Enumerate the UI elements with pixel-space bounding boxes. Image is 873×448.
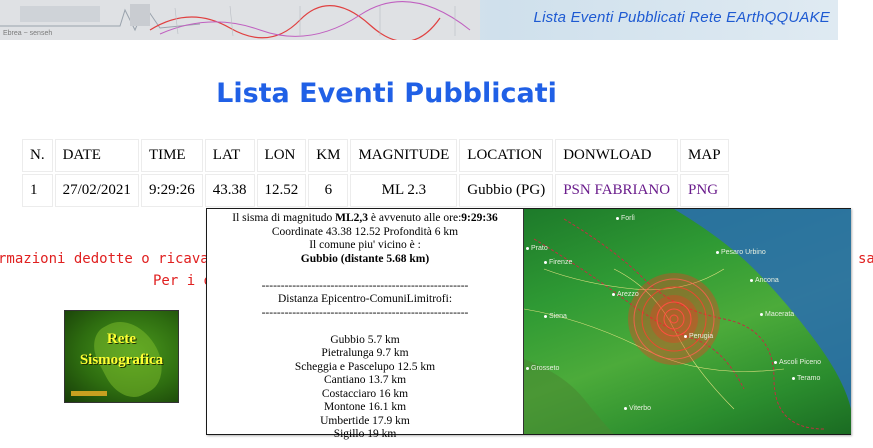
logo-text-line2: Sismografica [79, 352, 164, 368]
map-place: Teramo [792, 375, 820, 382]
event-popup: Il sisma di magnitudo ML2,3 è avvenuto a… [206, 208, 851, 440]
epicenter-map: Forlì Prato Firenze Pesaro Urbino Arezzo… [523, 209, 851, 434]
events-table: N. DATE TIME LAT LON KM MAGNITUDE LOCATI… [20, 137, 731, 209]
popup-text: Il sisma di magnitudo ML2,3 è avvenuto a… [207, 212, 523, 442]
popup-separator: ----------------------------------------… [261, 279, 469, 292]
map-place: Perugia [684, 333, 713, 340]
popup-intro: Il sisma di magnitudo ML2,3 è avvenuto a… [232, 212, 498, 224]
table-header-row: N. DATE TIME LAT LON KM MAGNITUDE LOCATI… [22, 139, 729, 172]
info-text-line1: rmazioni dedotte o ricavate [0, 251, 226, 267]
page-title: Lista Eventi Pubblicati [216, 78, 557, 109]
cell-location: Gubbio (PG) [459, 174, 554, 207]
column-header: DATE [54, 139, 139, 172]
map-place: Ancona [750, 277, 779, 284]
distance-item: Umbertide 17.9 km [320, 414, 410, 427]
cell-date: 27/02/2021 [54, 174, 139, 207]
popup-time: 9:29:36 [461, 212, 498, 224]
distance-item: Sigillo 19 km [333, 428, 397, 440]
banner-title: Lista Eventi Pubblicati Rete EArthQQUAKE [533, 9, 830, 26]
cell-n: 1 [22, 174, 53, 207]
map-link[interactable]: PNG [688, 182, 718, 198]
column-header: MAP [680, 139, 729, 172]
column-header: TIME [140, 139, 203, 172]
column-header: LOCATION [459, 139, 554, 172]
map-place: Pesaro Urbino [716, 249, 766, 256]
column-header: N. [22, 139, 53, 172]
distance-item: Gubbio 5.7 km [330, 333, 400, 346]
column-header: DONWLOAD [555, 139, 679, 172]
column-header: LAT [204, 139, 255, 172]
cell-lat: 43.38 [204, 174, 255, 207]
popup-nearest-label: Il comune piu' vicino è : [309, 239, 421, 251]
banner-slogan: Ebrea ~ senseh [3, 30, 53, 37]
logo-text-line1: Rete [106, 331, 137, 347]
cell-magnitude: ML 2.3 [350, 174, 458, 207]
cell-time: 9:29:26 [140, 174, 203, 207]
map-place: Siena [544, 313, 567, 320]
map-place: Grosseto [526, 365, 559, 372]
map-place: Arezzo [612, 291, 639, 298]
map-place: Prato [526, 245, 548, 252]
map-place: Forlì [616, 215, 635, 222]
distance-item: Scheggia e Pascelupo 12.5 km [294, 360, 436, 373]
rete-sismografica-logo[interactable]: Rete Sismografica [64, 310, 179, 403]
column-header: KM [308, 139, 349, 172]
map-place: Macerata [760, 311, 794, 318]
logo-bar [71, 391, 107, 396]
cell-map: PNG [680, 174, 729, 207]
map-place: Viterbo [624, 405, 651, 412]
distance-item: Pietralunga 9.7 km [321, 347, 409, 359]
info-text-line1-right: sa [858, 251, 873, 267]
popup-nearest: Gubbio (distante 5.68 km) [300, 252, 430, 265]
cell-km: 6 [308, 174, 349, 207]
seismograph-graphic [0, 0, 480, 40]
map-place: Ascoli Piceno [774, 359, 821, 366]
column-header: MAGNITUDE [350, 139, 458, 172]
popup-coordinates: Coordinate 43.38 12.52 Profondità 6 km [271, 225, 459, 238]
popup-magnitude: ML2,3 [335, 212, 369, 224]
popup-distances-title: Distanza Epicentro-ComuniLimitrofi: [277, 293, 453, 305]
map-place: Firenze [544, 259, 572, 266]
distance-item: Cantiano 13.7 km [323, 374, 407, 386]
download-link[interactable]: PSN FABRIANO [563, 182, 670, 198]
header-banner: Ebrea ~ senseh Lista Eventi Pubblicati R… [0, 0, 838, 40]
cell-lon: 12.52 [256, 174, 307, 207]
table-row: 1 27/02/2021 9:29:26 43.38 12.52 6 ML 2.… [22, 174, 729, 207]
map-terrain [524, 209, 851, 434]
distance-item: Montone 16.1 km [323, 401, 407, 413]
distance-item: Costacciaro 16 km [321, 387, 409, 400]
cell-download: PSN FABRIANO [555, 174, 679, 207]
column-header: LON [256, 139, 307, 172]
popup-separator: ----------------------------------------… [261, 306, 469, 319]
